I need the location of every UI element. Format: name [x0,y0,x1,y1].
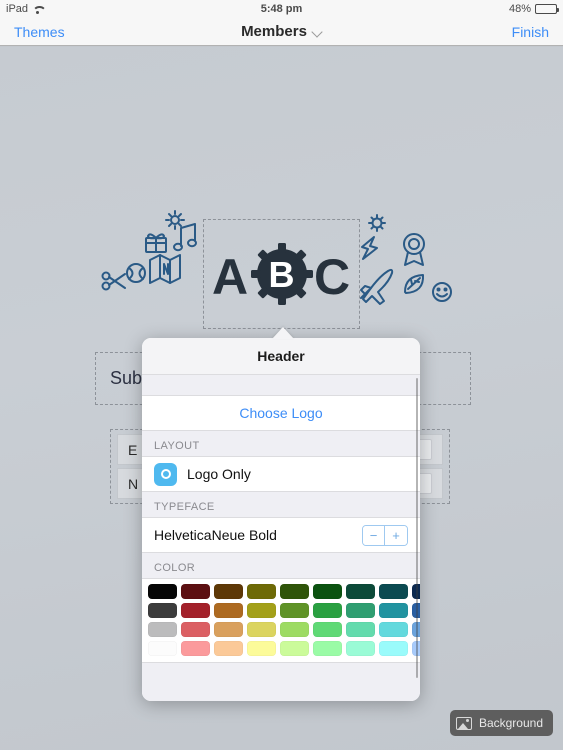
color-swatch[interactable] [214,622,243,637]
color-swatch[interactable] [181,584,210,599]
color-swatch[interactable] [148,603,177,618]
color-swatch[interactable] [280,584,309,599]
color-swatch[interactable] [247,603,276,618]
color-swatch[interactable] [214,584,243,599]
color-swatch[interactable] [148,584,177,599]
color-swatch-row [148,603,420,618]
image-icon [455,716,472,730]
logo-only-icon [154,462,177,486]
color-swatch[interactable] [247,641,276,656]
typeface-increase-button[interactable]: + [385,525,407,545]
color-swatch[interactable] [148,622,177,637]
color-swatch[interactable] [313,603,342,618]
color-swatch[interactable] [379,641,408,656]
map-icon [149,254,181,284]
typeface-size-stepper[interactable]: − + [362,524,408,546]
gift-icon [145,233,167,253]
color-swatch[interactable] [313,641,342,656]
choose-logo-button[interactable]: Choose Logo [142,396,420,431]
ipad-screen: iPad 5:48 pm 48% Themes Members Finish A [0,0,563,750]
typeface-value: HelveticaNeue Bold [154,527,277,543]
color-swatch[interactable] [214,641,243,656]
award-ribbon-icon [403,233,425,266]
form-row-label: N [128,475,139,492]
smiley-icon [432,282,452,302]
ball-icon [126,263,146,283]
color-swatch[interactable] [313,584,342,599]
svg-text:B: B [268,254,295,295]
navigation-bar: Themes Members Finish [0,18,563,46]
scissors-icon [101,271,126,291]
form-row-label: E [128,441,138,458]
color-swatch[interactable] [280,622,309,637]
color-swatch[interactable] [346,622,375,637]
layout-section-label: LAYOUT [142,431,420,457]
color-swatch[interactable] [181,622,210,637]
typeface-decrease-button[interactable]: − [363,525,385,545]
status-bar: iPad 5:48 pm 48% [0,0,563,18]
chevron-down-icon[interactable] [313,27,322,36]
color-swatch[interactable] [379,622,408,637]
color-swatch[interactable] [280,603,309,618]
lightning-icon [361,236,378,260]
color-swatch[interactable] [148,641,177,656]
color-section-label: COLOR [142,553,420,579]
color-swatch[interactable] [379,603,408,618]
color-swatch-row [148,641,420,656]
color-swatch[interactable] [346,641,375,656]
color-swatch[interactable] [379,584,408,599]
themes-button[interactable]: Themes [14,24,65,40]
color-swatch[interactable] [214,603,243,618]
sun-icon [165,210,185,230]
layout-option-logo-only[interactable]: Logo Only [142,457,420,492]
popover-spacer [142,375,420,396]
popover-arrow [272,327,294,339]
background-button[interactable]: Background [449,710,553,736]
color-swatch[interactable] [181,603,210,618]
color-swatch[interactable] [346,584,375,599]
popover-scrollbar[interactable] [415,378,418,678]
battery-icon [535,4,559,14]
color-swatch[interactable] [280,641,309,656]
svg-text:A: A [212,249,249,305]
color-swatch[interactable] [313,622,342,637]
logo-abc-text: A B C [204,220,361,330]
color-swatch-grid[interactable] [148,584,420,656]
doodle-cluster-right [356,210,461,315]
color-swatch-row [148,622,420,637]
popover-body[interactable]: Choose Logo LAYOUT Logo Only TYPEFACE He… [142,375,420,701]
battery-percent-label: 48% [508,3,531,15]
logo-selection-box[interactable]: A B C [101,210,452,330]
status-bar-clock: 5:48 pm [260,3,303,15]
layout-option-label: Logo Only [187,466,251,482]
color-swatch[interactable] [346,603,375,618]
color-swatch[interactable] [181,641,210,656]
finish-button[interactable]: Finish [512,24,549,40]
background-button-label: Background [478,716,543,730]
abc-logo-graphic: A B C [212,243,351,305]
doodle-cluster-left [99,208,209,313]
svg-text:C: C [314,249,351,305]
popover-title: Header [142,338,420,375]
leaf-icon [404,274,425,294]
gear-icon [368,214,386,232]
page-title: Members [0,23,563,40]
color-swatch-area[interactable] [142,579,420,663]
music-note-icon [173,223,197,252]
airplane-icon [360,268,394,305]
color-swatch-row [148,584,420,599]
page-title-label[interactable]: Members [241,23,307,40]
typeface-section-label: TYPEFACE [142,492,420,518]
popover-footer [142,663,420,685]
status-bar-right: 48% [508,3,559,15]
header-popover: Header Choose Logo LAYOUT Logo Only TYPE… [142,338,420,701]
color-swatch[interactable] [247,584,276,599]
color-swatch[interactable] [247,622,276,637]
typeface-row[interactable]: HelveticaNeue Bold − + [142,518,420,553]
